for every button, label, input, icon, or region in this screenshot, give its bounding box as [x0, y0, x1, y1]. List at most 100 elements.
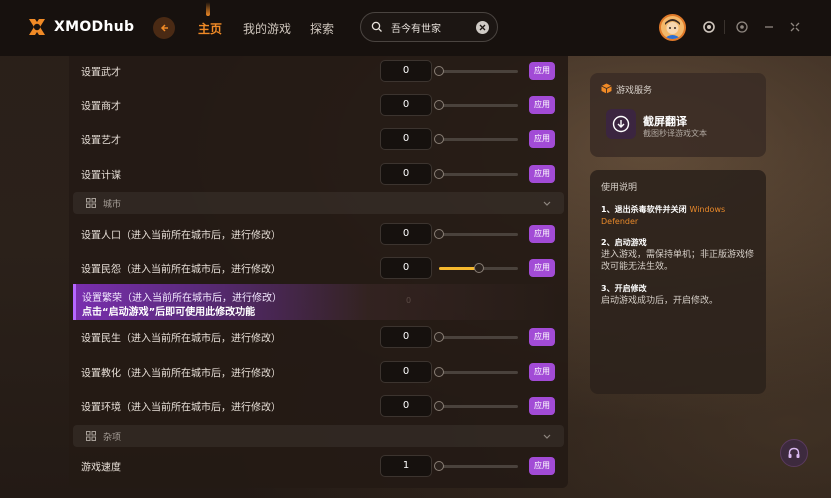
settings-icon[interactable]: [735, 20, 749, 34]
option-label: 设置教化（进入当前所在城市后，进行修改）: [81, 368, 281, 380]
list-item: 设置计谋 0 应用: [69, 157, 568, 191]
list-item: 设置武才 0 应用: [69, 54, 568, 88]
value-slider[interactable]: [439, 263, 518, 273]
step-title: 3、开启修改: [601, 284, 647, 293]
service-item-name[interactable]: 截屏翻译: [643, 113, 687, 129]
slider-handle[interactable]: [473, 263, 484, 273]
back-button[interactable]: [153, 17, 175, 39]
top-bar: XMODhub 主页 我的游戏 探索 吾今有世家: [0, 0, 831, 56]
value-input[interactable]: 0: [380, 60, 432, 82]
value-input[interactable]: 0: [380, 128, 432, 150]
slider-fill: [439, 267, 479, 270]
option-label: 设置民生（进入当前所在城市后，进行修改）: [81, 333, 281, 345]
section-header-city[interactable]: 城市: [73, 192, 564, 214]
list-item: 设置民生（进入当前所在城市后，进行修改） 0 应用: [69, 320, 568, 354]
section-header-misc[interactable]: 杂项: [73, 425, 564, 447]
game-service-card: 游戏服务 截屏翻译 截图秒译游戏文本: [590, 73, 766, 157]
apply-button[interactable]: 应用: [529, 363, 555, 381]
clear-search-button[interactable]: [476, 21, 489, 34]
headset-icon: [788, 447, 800, 458]
instructions-title: 使用说明: [601, 183, 638, 193]
value-slider[interactable]: [434, 169, 518, 179]
apply-button[interactable]: 应用: [529, 225, 555, 243]
list-item: 设置教化（进入当前所在城市后，进行修改） 0 应用: [69, 355, 568, 389]
slider-handle[interactable]: [434, 134, 444, 144]
option-label: 设置民怨（进入当前所在城市后，进行修改）: [81, 264, 281, 276]
apply-button[interactable]: 应用: [529, 165, 555, 183]
slider-handle[interactable]: [434, 461, 444, 471]
value-input[interactable]: 0: [380, 94, 432, 116]
step-text: 进入游戏，需保持单机；非正版游戏修改可能无法生效。: [601, 250, 755, 272]
value-slider[interactable]: [434, 134, 518, 144]
option-label: 设置繁荣（进入当前所在城市后，进行修改）: [82, 293, 282, 304]
search-input[interactable]: 吾今有世家: [391, 20, 441, 35]
list-item: 设置环境（进入当前所在城市后，进行修改） 0 应用: [69, 389, 568, 423]
step-text: 启动游戏成功后，开启修改。: [601, 296, 719, 306]
close-window-icon[interactable]: [788, 20, 802, 34]
slider-handle[interactable]: [434, 100, 444, 110]
apply-button[interactable]: 应用: [529, 328, 555, 346]
value-input[interactable]: 1: [380, 455, 432, 477]
avatar-image: [661, 16, 684, 39]
apply-button[interactable]: 应用: [529, 130, 555, 148]
service-item-description: 截图秒译游戏文本: [643, 129, 707, 138]
service-title: 游戏服务: [616, 86, 653, 96]
value-slider[interactable]: [434, 401, 518, 411]
instruction-step-1: 1、退出杀毒软件并关闭 Windows Defender: [601, 204, 759, 228]
apply-button[interactable]: 应用: [529, 259, 555, 277]
list-item: 设置民怨（进入当前所在城市后，进行修改） 0 应用: [69, 251, 568, 285]
value-slider[interactable]: [434, 229, 518, 239]
nav-my-games[interactable]: 我的游戏: [243, 20, 291, 37]
value-input[interactable]: 0: [380, 223, 432, 245]
slider-handle[interactable]: [434, 367, 444, 377]
value-slider[interactable]: [434, 100, 518, 110]
value-input[interactable]: 0: [380, 163, 432, 185]
value-input[interactable]: 0: [380, 361, 432, 383]
header-divider: [724, 20, 725, 34]
minimize-icon[interactable]: [762, 20, 776, 34]
chevron-down-icon: [543, 201, 551, 206]
apply-button[interactable]: 应用: [529, 457, 555, 475]
option-label: 游戏速度: [81, 462, 121, 474]
app-logo[interactable]: XMODhub: [26, 16, 134, 38]
list-item: 设置商才 0 应用: [69, 88, 568, 122]
slider-handle[interactable]: [434, 66, 444, 76]
active-nav-indicator: [206, 2, 210, 16]
list-item: 设置人口（进入当前所在城市后，进行修改） 0 应用: [69, 217, 568, 251]
apply-button[interactable]: 应用: [529, 62, 555, 80]
apply-button[interactable]: 应用: [529, 397, 555, 415]
grid-icon: [86, 198, 96, 208]
nav-explore[interactable]: 探索: [310, 20, 334, 37]
screenshot-translate-button[interactable]: [606, 109, 636, 139]
locked-option-row[interactable]: 设置繁荣（进入当前所在城市后，进行修改） 点击“启动游戏”后即可使用此修改功能 …: [73, 284, 564, 320]
step-title: 2、启动游戏: [601, 238, 647, 247]
support-button[interactable]: [780, 439, 808, 467]
slider-handle[interactable]: [434, 169, 444, 179]
apply-button[interactable]: 应用: [529, 96, 555, 114]
value-slider[interactable]: [434, 367, 518, 377]
arrow-left-icon: [160, 24, 168, 32]
option-label: 设置人口（进入当前所在城市后，进行修改）: [81, 230, 281, 242]
chevron-down-icon: [543, 434, 551, 439]
value-slider[interactable]: [434, 461, 518, 471]
avatar[interactable]: [659, 14, 686, 41]
notification-icon[interactable]: [702, 20, 716, 34]
slider-handle[interactable]: [434, 332, 444, 342]
slider-handle[interactable]: [434, 401, 444, 411]
slider-handle[interactable]: [434, 229, 444, 239]
option-label: 设置环境（进入当前所在城市后，进行修改）: [81, 402, 281, 414]
value-slider[interactable]: [434, 332, 518, 342]
value-slider[interactable]: [434, 66, 518, 76]
section-title: 城市: [103, 200, 122, 210]
search-box[interactable]: 吾今有世家: [360, 12, 498, 42]
value-input[interactable]: 0: [380, 257, 432, 279]
value-input[interactable]: 0: [380, 326, 432, 348]
grid-icon: [86, 431, 96, 441]
nav-home[interactable]: 主页: [198, 20, 222, 37]
value-input[interactable]: 0: [380, 395, 432, 417]
list-item: 游戏速度 1 应用: [69, 449, 568, 483]
launch-game-notice: 点击“启动游戏”后即可使用此修改功能: [82, 307, 256, 318]
disabled-value: 0: [406, 296, 412, 305]
usage-instructions-card: 使用说明 1、退出杀毒软件并关闭 Windows Defender 2、启动游戏…: [590, 170, 766, 394]
option-label: 设置武才: [81, 67, 121, 79]
